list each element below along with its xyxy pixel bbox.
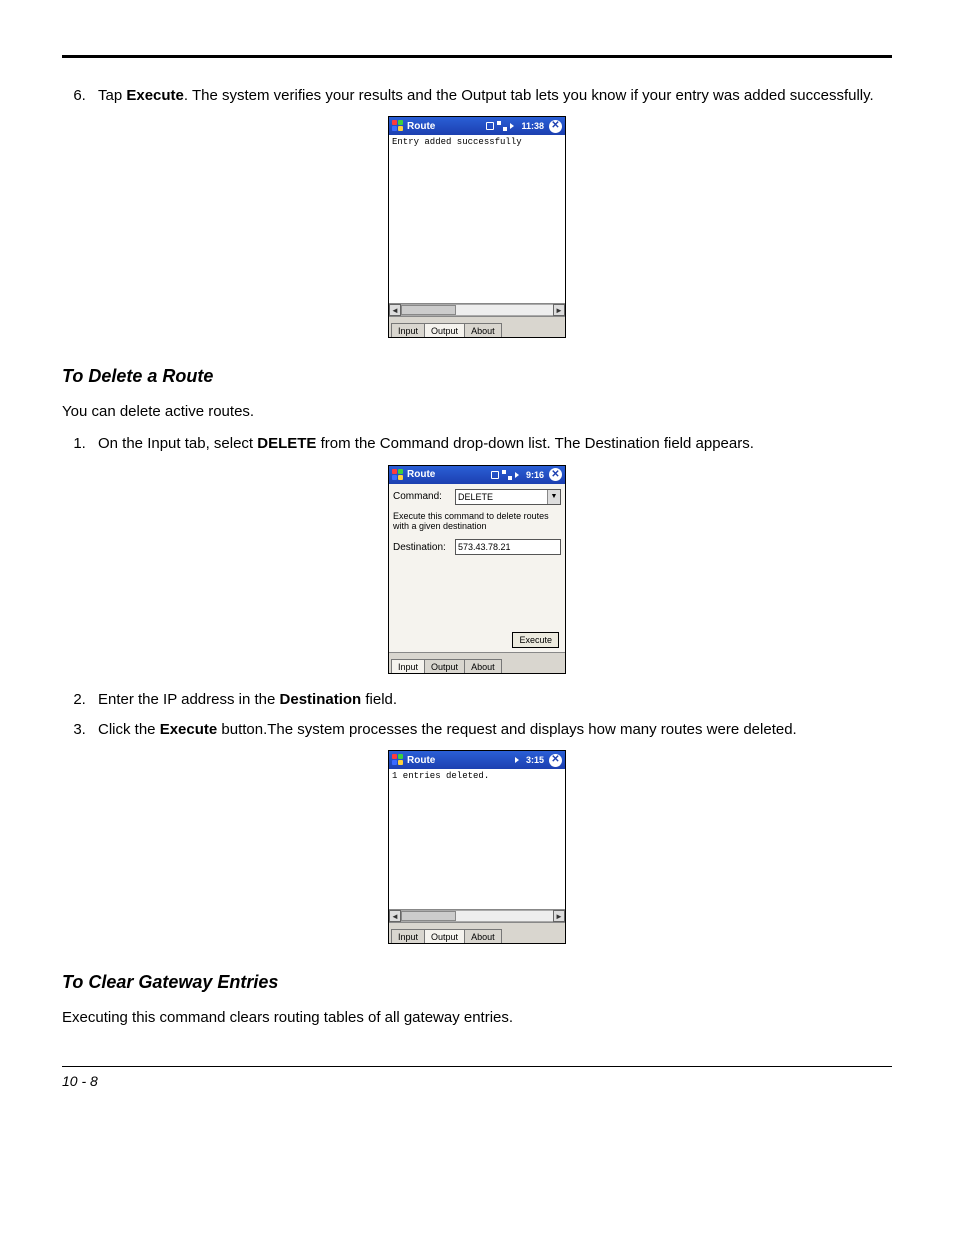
tabbar: Input Output About <box>389 316 565 337</box>
screenshot-3-wrap: Route 3:15 ✕ 1 entries deleted. ◄ ► Inpu… <box>62 750 892 944</box>
output-text: Entry added successfully <box>392 137 522 147</box>
step-text-prefix: Tap <box>98 87 126 104</box>
step-6: Tap Execute. The system verifies your re… <box>90 86 892 106</box>
device-mock-3: Route 3:15 ✕ 1 entries deleted. ◄ ► Inpu… <box>388 750 566 944</box>
bold: Destination <box>280 691 362 708</box>
h-scrollbar[interactable]: ◄ ► <box>389 303 565 316</box>
scroll-right-icon[interactable]: ► <box>553 910 565 922</box>
scroll-left-icon[interactable]: ◄ <box>389 910 401 922</box>
command-description: Execute this command to delete routes wi… <box>393 511 561 533</box>
command-value: DELETE <box>456 492 547 502</box>
input-form: Command: DELETE ▼ Execute this command t… <box>389 484 565 652</box>
titlebar: Route 9:16 ✕ <box>389 466 565 484</box>
clear-intro: Executing this command clears routing ta… <box>62 1007 892 1028</box>
titlebar: Route 3:15 ✕ <box>389 751 565 769</box>
clock-text: 11:38 <box>521 121 544 131</box>
execute-button[interactable]: Execute <box>512 632 559 648</box>
text: field. <box>361 691 397 708</box>
h-scrollbar[interactable]: ◄ ► <box>389 909 565 922</box>
scroll-track[interactable] <box>401 304 553 316</box>
windows-flag-icon <box>392 754 404 766</box>
delete-steps-list-cont: Enter the IP address in the Destination … <box>62 690 892 741</box>
ordered-list-continued: Tap Execute. The system verifies your re… <box>62 86 892 106</box>
network-icon <box>497 121 507 131</box>
scroll-thumb[interactable] <box>401 305 456 315</box>
keyboard-icon <box>490 470 500 480</box>
command-dropdown[interactable]: DELETE ▼ <box>455 489 561 505</box>
text: On the Input tab, select <box>98 435 257 452</box>
tab-input[interactable]: Input <box>391 323 425 337</box>
window-title: Route <box>407 755 511 766</box>
clock-text: 3:15 <box>526 755 544 765</box>
tab-about[interactable]: About <box>464 659 502 673</box>
output-area: Entry added successfully <box>389 135 565 303</box>
tab-about[interactable]: About <box>464 323 502 337</box>
step-text-suffix: . The system verifies your results and t… <box>184 87 874 104</box>
volume-icon <box>509 121 519 131</box>
scroll-thumb[interactable] <box>401 911 456 921</box>
device-mock-1: Route 11:38 ✕ Entry added successfully ◄… <box>388 116 566 338</box>
clock-text: 9:16 <box>526 470 544 480</box>
heading-clear-gateway: To Clear Gateway Entries <box>62 972 892 993</box>
scroll-left-icon[interactable]: ◄ <box>389 304 401 316</box>
destination-input[interactable]: 573.43.78.21 <box>455 539 561 555</box>
step-text-bold: Execute <box>126 87 184 104</box>
destination-row: Destination: 573.43.78.21 <box>393 539 561 555</box>
windows-flag-icon <box>392 120 404 132</box>
output-text: 1 entries deleted. <box>392 771 489 781</box>
tab-input[interactable]: Input <box>391 929 425 943</box>
titlebar-status: 11:38 <box>485 121 544 131</box>
volume-icon <box>514 470 524 480</box>
scroll-right-icon[interactable]: ► <box>553 304 565 316</box>
titlebar: Route 11:38 ✕ <box>389 117 565 135</box>
delete-steps-list: On the Input tab, select DELETE from the… <box>62 434 892 454</box>
page-footer: 10 - 8 <box>62 1066 892 1089</box>
tab-input[interactable]: Input <box>391 659 425 673</box>
command-label: Command: <box>393 491 451 502</box>
screenshot-2-wrap: Route 9:16 ✕ Command: DELETE ▼ Execute t… <box>62 465 892 674</box>
text: Click the <box>98 721 160 738</box>
execute-row: Execute <box>393 632 561 648</box>
tab-output[interactable]: Output <box>424 929 465 943</box>
text: Enter the IP address in the <box>98 691 280 708</box>
output-area: 1 entries deleted. <box>389 769 565 909</box>
heading-delete-route: To Delete a Route <box>62 366 892 387</box>
delete-intro: You can delete active routes. <box>62 401 892 422</box>
scroll-track[interactable] <box>401 910 553 922</box>
tab-output[interactable]: Output <box>424 659 465 673</box>
command-row: Command: DELETE ▼ <box>393 489 561 505</box>
bold: Execute <box>160 721 218 738</box>
delete-step-2: Enter the IP address in the Destination … <box>90 690 892 710</box>
keyboard-icon <box>485 121 495 131</box>
close-icon[interactable]: ✕ <box>549 120 562 133</box>
destination-label: Destination: <box>393 542 451 553</box>
tab-about[interactable]: About <box>464 929 502 943</box>
volume-icon <box>514 755 524 765</box>
bold: DELETE <box>257 435 316 452</box>
chevron-down-icon[interactable]: ▼ <box>547 490 560 504</box>
delete-step-1: On the Input tab, select DELETE from the… <box>90 434 892 454</box>
text: button.The system processes the request … <box>217 721 796 738</box>
close-icon[interactable]: ✕ <box>549 754 562 767</box>
delete-step-3: Click the Execute button.The system proc… <box>90 720 892 740</box>
screenshot-1-wrap: Route 11:38 ✕ Entry added successfully ◄… <box>62 116 892 338</box>
text: from the Command drop-down list. The Des… <box>316 435 753 452</box>
window-title: Route <box>407 121 482 132</box>
header-rule <box>62 55 892 58</box>
window-title: Route <box>407 469 487 480</box>
page-number: 10 - 8 <box>62 1073 98 1089</box>
destination-value: 573.43.78.21 <box>458 542 511 552</box>
titlebar-status: 3:15 <box>514 755 544 765</box>
network-icon <box>502 470 512 480</box>
device-mock-2: Route 9:16 ✕ Command: DELETE ▼ Execute t… <box>388 465 566 674</box>
tab-output[interactable]: Output <box>424 323 465 337</box>
close-icon[interactable]: ✕ <box>549 468 562 481</box>
windows-flag-icon <box>392 469 404 481</box>
tabbar: Input Output About <box>389 922 565 943</box>
tabbar: Input Output About <box>389 652 565 673</box>
titlebar-status: 9:16 <box>490 470 544 480</box>
